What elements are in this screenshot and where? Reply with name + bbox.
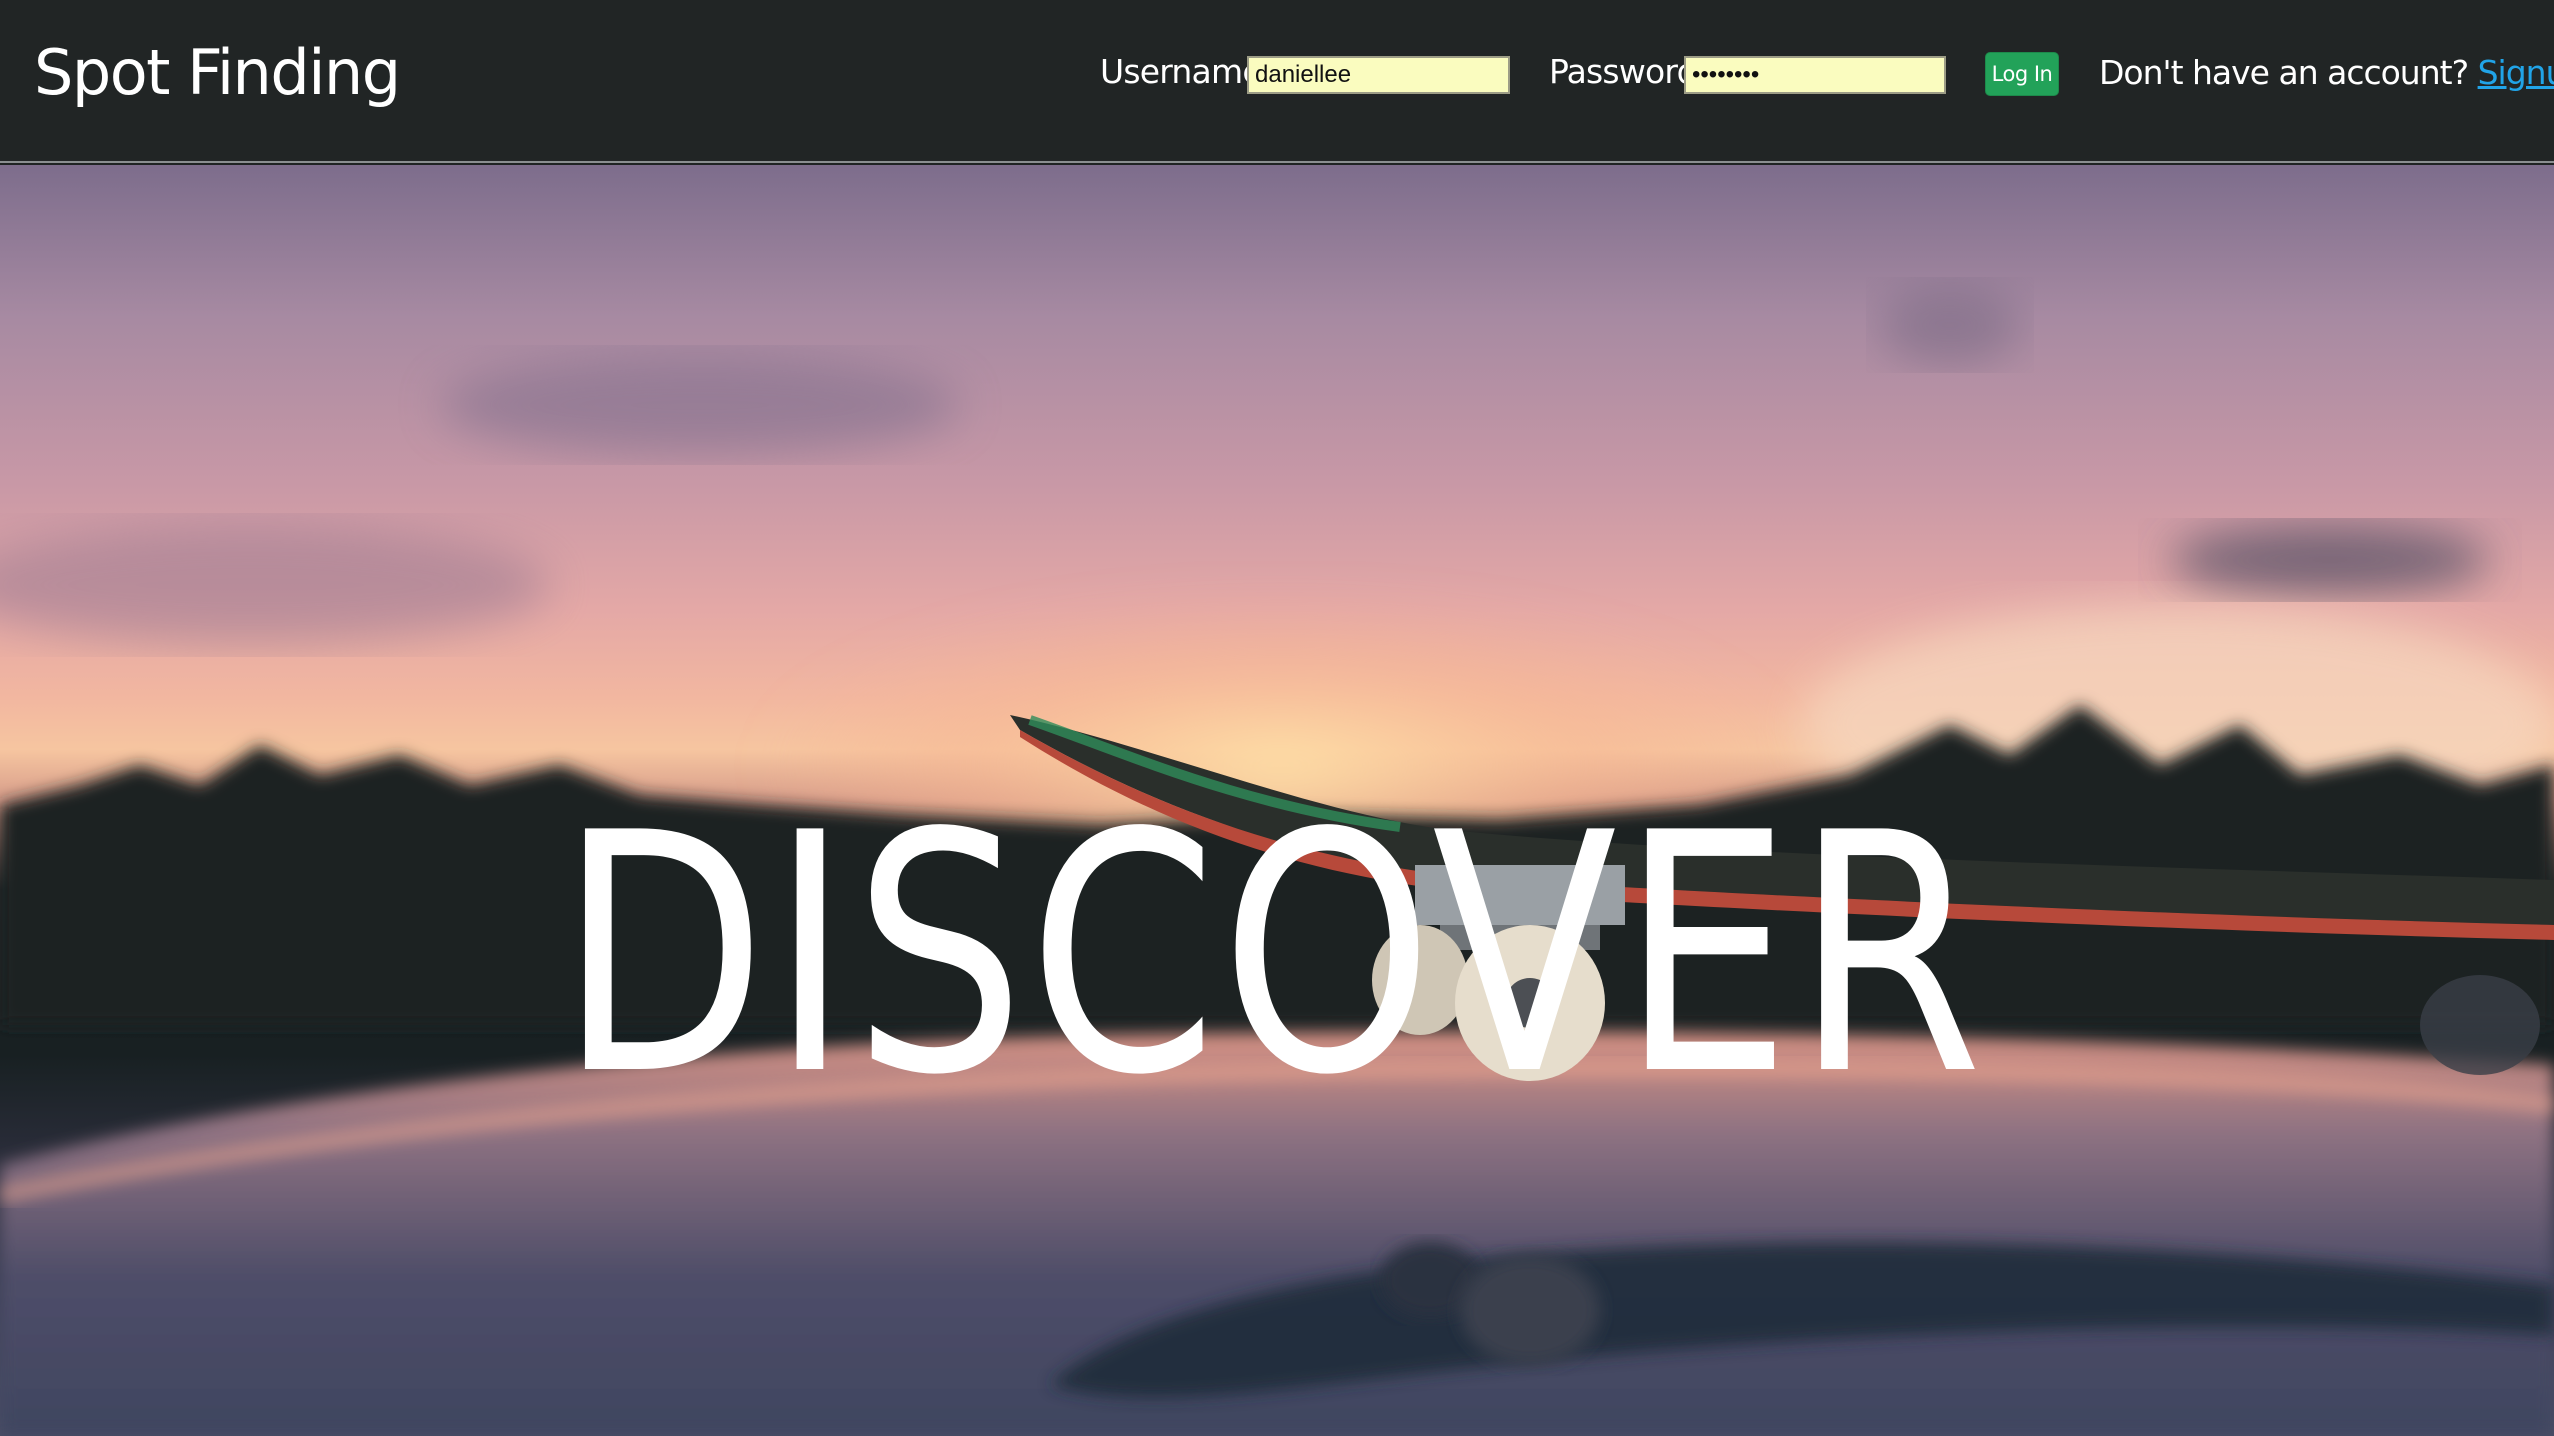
hero-section: DISCOVER [0, 165, 2554, 1436]
signup-link[interactable]: Signup [2478, 53, 2554, 92]
password-input[interactable] [1684, 56, 1946, 94]
top-navbar: Spot Finding Username Password Log In Do… [0, 0, 2554, 163]
hero-title: DISCOVER [558, 763, 1986, 1148]
signup-prompt-text: Don't have an account? [2099, 53, 2469, 92]
password-label: Password [1549, 52, 1698, 91]
login-form: Username Password Log In Don't have an a… [0, 0, 2554, 163]
username-input[interactable] [1247, 56, 1510, 94]
login-button[interactable]: Log In [1985, 52, 2059, 96]
username-label: Username [1100, 52, 1263, 91]
signup-prompt: Don't have an account? Signup [2099, 53, 2554, 92]
